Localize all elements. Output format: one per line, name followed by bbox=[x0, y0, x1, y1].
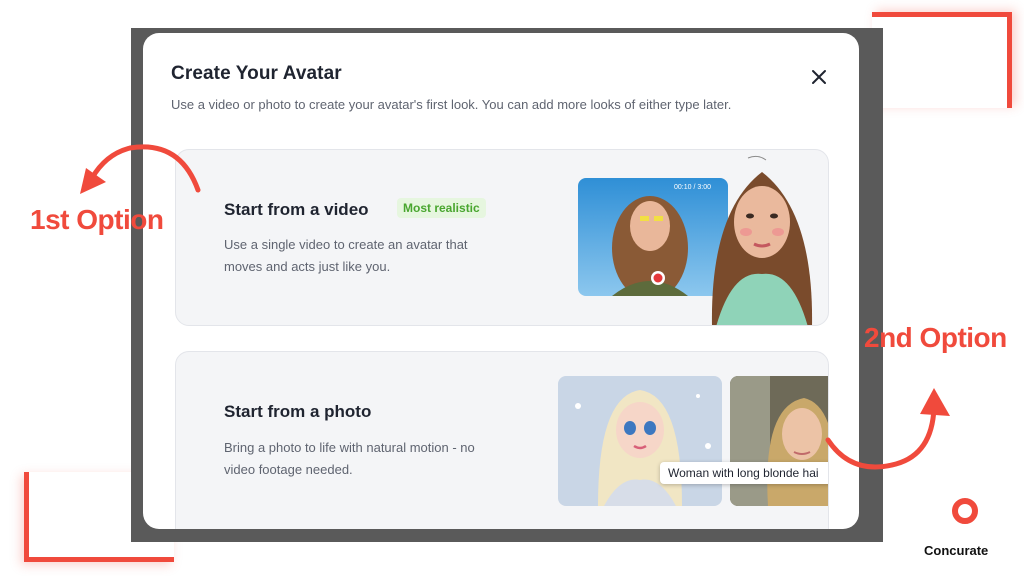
video-card-description: Use a single video to create an avatar t… bbox=[224, 234, 524, 278]
photo-desc-line-2: video footage needed. bbox=[224, 462, 353, 477]
video-avatar-portrait bbox=[692, 152, 828, 325]
modal-title: Create Your Avatar bbox=[171, 63, 342, 84]
video-desc-line-2: moves and acts just like you. bbox=[224, 259, 391, 274]
photo-card-title: Start from a photo bbox=[224, 402, 372, 421]
second-option-arrow-icon bbox=[825, 388, 950, 470]
photo-card-description: Bring a photo to life with natural motio… bbox=[224, 437, 524, 481]
close-button[interactable] bbox=[807, 65, 831, 89]
first-option-arrow-icon bbox=[80, 144, 201, 194]
photo-tooltip: Woman with long blonde hai bbox=[660, 462, 828, 484]
video-desc-line-1: Use a single video to create an avatar t… bbox=[224, 237, 468, 252]
corner-frame-top-right bbox=[872, 12, 1012, 108]
create-avatar-modal: Create Your Avatar Use a video or photo … bbox=[143, 33, 859, 529]
modal-subtitle: Use a video or photo to create your avat… bbox=[171, 97, 732, 112]
start-from-video-card[interactable]: Start from a video Most realistic Use a … bbox=[175, 149, 829, 326]
start-from-photo-card[interactable]: Start from a photo Bring a photo to life… bbox=[175, 351, 829, 529]
concurate-logo-icon bbox=[952, 498, 978, 524]
close-icon bbox=[812, 70, 826, 84]
sample-photo-animated-princess bbox=[558, 376, 722, 506]
brand-name: Concurate bbox=[924, 543, 989, 558]
first-option-label: 1st Option bbox=[30, 204, 164, 235]
second-option-label: 2nd Option bbox=[864, 322, 1007, 353]
photo-desc-line-1: Bring a photo to life with natural motio… bbox=[224, 440, 475, 455]
sample-photo-blonde-woman bbox=[730, 376, 828, 506]
most-realistic-badge: Most realistic bbox=[397, 198, 486, 218]
video-card-title: Start from a video bbox=[224, 200, 369, 219]
